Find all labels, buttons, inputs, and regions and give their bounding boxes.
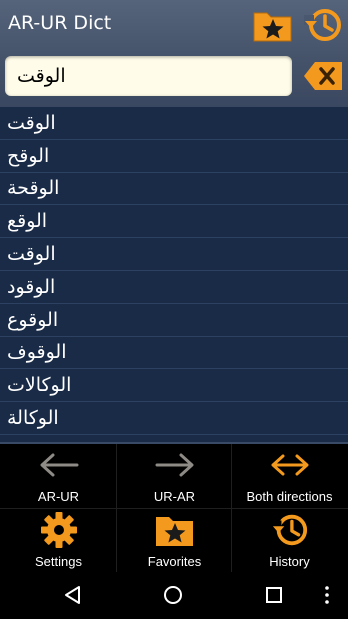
backspace-clear-icon <box>304 62 342 90</box>
settings-button[interactable]: Settings <box>1 509 116 573</box>
arrow-left-icon <box>40 453 78 477</box>
clear-search-button[interactable] <box>302 60 344 92</box>
app-header: AR-UR Dict <box>0 0 348 107</box>
ar-ur-button[interactable]: AR-UR <box>1 444 116 508</box>
history-icon <box>304 9 341 41</box>
list-item-text: الوقحة <box>7 177 60 200</box>
list-item-text: الوكالات <box>7 374 72 397</box>
list-item-text: الوقع <box>7 210 48 233</box>
app-title: AR-UR Dict <box>8 12 112 34</box>
star-folder-icon <box>253 12 292 42</box>
gear-icon <box>40 512 77 548</box>
both-directions-button[interactable]: Both directions <box>232 444 347 508</box>
list-item[interactable]: الوقت <box>0 107 348 140</box>
list-item[interactable]: الوكالات <box>0 369 348 403</box>
list-item-text: الوقوف <box>7 341 67 364</box>
ar-ur-label: AR-UR <box>37 489 80 504</box>
list-item[interactable]: الوقوف <box>0 337 348 370</box>
system-nav-bar <box>0 572 348 619</box>
list-item-text: الوقح <box>7 144 50 167</box>
arrow-both-icon <box>271 454 308 476</box>
recents-icon[interactable] <box>263 584 285 606</box>
list-item[interactable]: الوقوع <box>0 304 348 337</box>
ur-ar-label: UR-AR <box>153 489 196 504</box>
favorites-header-button[interactable] <box>253 8 293 42</box>
both-directions-label: Both directions <box>246 489 333 504</box>
history-header-button[interactable] <box>302 5 344 45</box>
search-field[interactable] <box>5 56 292 96</box>
list-item-text: الوقوع <box>7 308 59 331</box>
list-item[interactable]: الوقع <box>0 205 348 239</box>
list-item-text: الوقود <box>7 275 56 298</box>
history-label: History <box>269 554 310 569</box>
list-item[interactable]: الوكالة <box>0 402 348 435</box>
favorites-button[interactable]: Favorites <box>117 509 232 573</box>
list-item[interactable]: الوقح <box>0 140 348 173</box>
list-item[interactable]: الوقت <box>0 238 348 271</box>
star-folder-icon <box>155 517 193 546</box>
ur-ar-button[interactable]: UR-AR <box>117 444 232 508</box>
arrow-right-icon <box>155 453 193 477</box>
list-item-text: الوكالة <box>7 407 59 430</box>
list-item[interactable]: الوقحة <box>0 173 348 206</box>
history-button[interactable]: History <box>232 509 347 573</box>
search-input[interactable] <box>5 56 282 96</box>
list-item-text: الوقت <box>7 243 56 266</box>
list-item[interactable]: الوقود <box>0 271 348 304</box>
list-item-text: الوقت <box>7 111 56 134</box>
bottom-toolbar: AR-UR UR-AR Both directions Settings Fav… <box>0 444 348 572</box>
overflow-menu-icon[interactable] <box>322 584 332 606</box>
favorites-label: Favorites <box>147 554 202 569</box>
back-icon[interactable] <box>62 584 84 606</box>
home-icon[interactable] <box>162 584 184 606</box>
results-list: الوقت الوقح الوقحة الوقع الوقت الوقود ال… <box>0 107 348 442</box>
history-icon <box>271 514 307 546</box>
settings-label: Settings <box>35 554 82 569</box>
